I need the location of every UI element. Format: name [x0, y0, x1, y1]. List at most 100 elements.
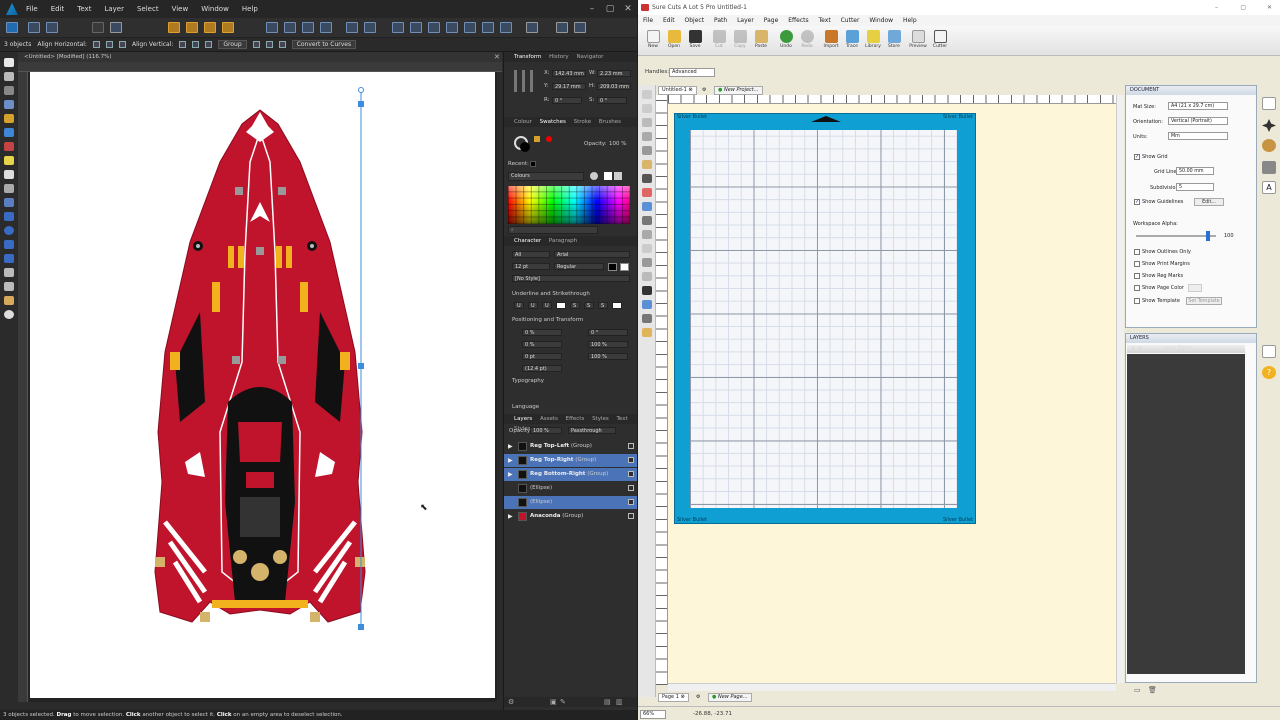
hscale-field[interactable]: 100 %: [588, 353, 628, 360]
selection-handle-middle[interactable]: [358, 363, 364, 369]
menu-help[interactable]: Help: [903, 17, 917, 24]
close-icon[interactable]: ✕: [619, 4, 637, 14]
underline-color-icon[interactable]: [556, 302, 566, 309]
layer-visibility-checkbox[interactable]: [628, 457, 634, 463]
persona-pixel-icon[interactable]: [28, 22, 40, 33]
warp-tool-icon[interactable]: [642, 272, 652, 281]
menu-page[interactable]: Page: [764, 17, 779, 24]
add-layer-icon[interactable]: ▤: [604, 698, 611, 706]
tab-navigator[interactable]: Navigator: [576, 54, 603, 60]
close-doc-icon[interactable]: ✕: [494, 53, 500, 61]
leading-field[interactable]: (12.4 pt): [522, 365, 562, 372]
tab-styles[interactable]: Styles: [592, 416, 609, 422]
snapping-icon[interactable]: [110, 22, 122, 33]
char-style-select[interactable]: [No Style]: [512, 275, 630, 282]
select-tool-icon[interactable]: [642, 90, 652, 99]
trace-button[interactable]: Trace: [841, 30, 863, 54]
section-underline[interactable]: Underline and Strikethrough: [512, 291, 590, 297]
edit-guidelines-button[interactable]: Edit...: [1194, 198, 1224, 206]
show-grid-checkbox[interactable]: ✓: [1134, 154, 1140, 160]
crop-tool-icon[interactable]: [642, 314, 652, 323]
section-language[interactable]: Language: [512, 404, 539, 410]
layer-settings-icon[interactable]: ⚙: [508, 698, 514, 706]
double-strike-icon[interactable]: S: [584, 302, 594, 309]
arrange-back-icon[interactable]: [168, 22, 180, 33]
boolean-add-icon[interactable]: [346, 22, 358, 33]
outlines-checkbox[interactable]: [1134, 249, 1140, 255]
menu-cutter[interactable]: Cutter: [841, 17, 860, 24]
menu-layer[interactable]: Layer: [104, 5, 124, 13]
help-icon[interactable]: ?: [1262, 366, 1276, 379]
skew-field[interactable]: 0 °: [588, 329, 628, 336]
group-button[interactable]: Group: [218, 40, 247, 49]
align-h-center-icon[interactable]: [105, 41, 113, 48]
knife-tool-icon[interactable]: [642, 216, 652, 225]
convert-to-curves-icon[interactable]: [278, 41, 286, 48]
handles-select[interactable]: Advanced: [669, 68, 715, 77]
page-tab[interactable]: Page 1 ⊗: [658, 693, 689, 702]
weld-tool-icon[interactable]: [642, 300, 652, 309]
menu-help[interactable]: Help: [242, 5, 258, 13]
align-h-right-icon[interactable]: [118, 41, 126, 48]
distribute-icon[interactable]: [500, 22, 512, 33]
menu-effects[interactable]: Effects: [788, 17, 808, 24]
mat-grid[interactable]: [690, 130, 957, 508]
expand-icon[interactable]: ▶: [508, 454, 513, 467]
reg-marks-checkbox[interactable]: [1134, 273, 1140, 279]
new-layer-icon[interactable]: ▭: [1134, 686, 1141, 694]
pen-tool-icon[interactable]: [642, 146, 652, 155]
layer-visibility-checkbox[interactable]: [628, 513, 634, 519]
tab-swatches[interactable]: Swatches: [540, 119, 566, 125]
pen-tool-icon[interactable]: [4, 100, 14, 109]
tab-colour[interactable]: Colour: [514, 119, 532, 125]
print-margins-checkbox[interactable]: [1134, 261, 1140, 267]
wrench-icon[interactable]: [1262, 161, 1276, 174]
fill-swatch-icon[interactable]: [520, 142, 530, 152]
document-icon[interactable]: [1262, 97, 1276, 110]
align-h-left-icon[interactable]: [92, 41, 100, 48]
rectangle-tool-icon[interactable]: [642, 202, 652, 211]
zoom-tool-icon[interactable]: [4, 310, 14, 319]
pixel-tool-icon[interactable]: [4, 198, 14, 207]
subdivision-field[interactable]: 5: [1176, 183, 1214, 191]
text-highlight-icon[interactable]: [620, 263, 629, 271]
rotation-field[interactable]: 0 °: [552, 97, 582, 104]
cut-button[interactable]: Cut: [708, 30, 730, 54]
page-color-swatch[interactable]: [1188, 284, 1202, 292]
layers-opacity-field[interactable]: 100 %: [530, 427, 562, 434]
move-tool-icon[interactable]: [4, 58, 14, 67]
section-positioning[interactable]: Positioning and Transform: [512, 317, 583, 323]
grid-lines-field[interactable]: 50.00 mm: [1176, 167, 1214, 175]
spaceship-artwork[interactable]: [150, 102, 370, 632]
tracking-field[interactable]: 0 %: [522, 341, 562, 348]
save-button[interactable]: Save: [684, 30, 706, 54]
menu-text[interactable]: Text: [77, 5, 91, 13]
grid-snap-icon[interactable]: [92, 22, 104, 33]
brush-tool-icon[interactable]: [642, 174, 652, 183]
node-edit-icon[interactable]: [642, 104, 652, 113]
align-middle-icon[interactable]: [464, 22, 476, 33]
delete-layer-icon[interactable]: ▥: [616, 698, 623, 706]
text-panel-icon[interactable]: A: [1262, 181, 1276, 194]
mat-size-select[interactable]: A4 (21 x 29.7 cm): [1168, 102, 1228, 110]
align-v-middle-icon[interactable]: [192, 41, 200, 48]
menu-window[interactable]: Window: [869, 17, 893, 24]
gear-icon[interactable]: ⚙: [702, 86, 706, 94]
fill-tool-icon[interactable]: [4, 142, 14, 151]
anchor-grid-icon[interactable]: [514, 70, 536, 92]
paste-button[interactable]: Paste: [750, 30, 772, 54]
minimize-icon[interactable]: –: [1215, 0, 1218, 15]
expand-icon[interactable]: ▶: [508, 440, 513, 453]
flip-vertical-icon[interactable]: [284, 22, 296, 33]
none-swatch-icon[interactable]: [604, 172, 612, 180]
menu-file[interactable]: File: [643, 17, 653, 24]
font-select[interactable]: Arial: [554, 251, 630, 258]
text-tool-icon[interactable]: [4, 268, 14, 277]
tab-transform[interactable]: Transform: [514, 54, 541, 60]
new-project-tab[interactable]: ● New Project...: [714, 86, 763, 95]
palette-select[interactable]: Colours: [508, 172, 584, 181]
place-image-icon[interactable]: [4, 170, 14, 179]
layer-visibility-checkbox[interactable]: [628, 485, 634, 491]
convert-to-curves-button[interactable]: Convert to Curves: [291, 40, 357, 49]
eyedropper-icon[interactable]: [4, 282, 14, 291]
